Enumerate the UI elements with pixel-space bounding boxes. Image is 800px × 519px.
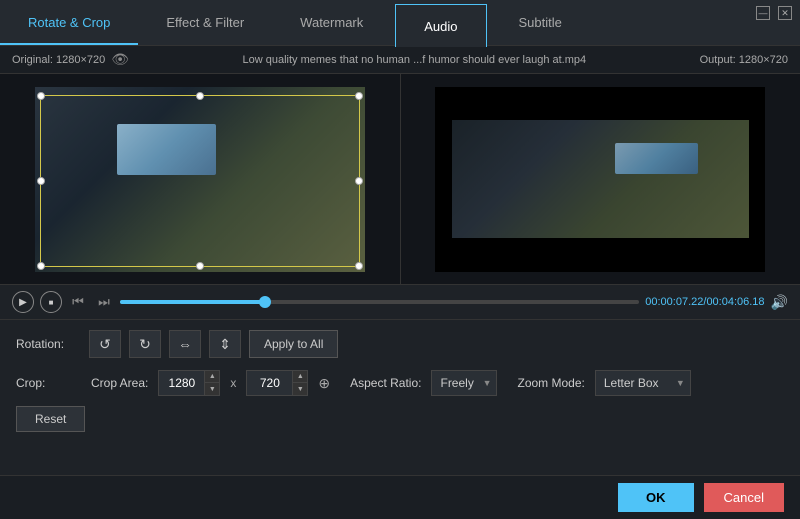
zoom-mode-select[interactable]: Letter Box Pan & Scan Full [595, 370, 691, 396]
next-frame-button[interactable]: ⏭ [94, 292, 114, 312]
crop-height-down[interactable]: ▼ [293, 383, 307, 395]
time-display: 00:00:07.22/00:04:06.18 [645, 296, 764, 308]
rotation-label: Rotation: [16, 337, 81, 351]
left-video-panel [0, 74, 401, 284]
crop-height-input[interactable] [247, 376, 292, 390]
prev-frame-button[interactable]: ⏮ [68, 292, 88, 312]
output-frame [452, 120, 749, 238]
letterbox-left [435, 87, 452, 272]
aspect-ratio-select-wrap: Freely 16:9 4:3 1:1 ▼ [431, 370, 497, 396]
crop-canvas [35, 87, 365, 272]
original-info: Original: 1280×720 👁 [12, 51, 129, 68]
crop-row: Crop: Crop Area: ▲ ▼ x ▲ ▼ ⊕ Aspect Rati… [16, 370, 784, 396]
tab-subtitle[interactable]: Subtitle [491, 2, 590, 45]
apply-to-all-button[interactable]: Apply to All [249, 330, 338, 358]
tab-bar: Rotate & Crop Effect & Filter Watermark … [0, 0, 800, 46]
progress-track[interactable] [120, 300, 639, 304]
rotation-row: Rotation: ↺ ↻ ⇔ ⇕ Apply to All [16, 330, 784, 358]
volume-icon[interactable]: 🔊 [771, 294, 788, 311]
aspect-ratio-label: Aspect Ratio: [350, 376, 421, 390]
output-preview [435, 87, 765, 272]
controls-area: Rotation: ↺ ↻ ⇔ ⇕ Apply to All Crop: Cro… [0, 320, 800, 442]
rotate-right-button[interactable]: ↻ [129, 330, 161, 358]
progress-thumb[interactable] [259, 296, 271, 308]
zoom-mode-label: Zoom Mode: [517, 376, 584, 390]
output-info: Output: 1280×720 [700, 54, 788, 66]
original-label: Original: 1280×720 [12, 54, 105, 66]
aspect-ratio-select[interactable]: Freely 16:9 4:3 1:1 [431, 370, 497, 396]
crop-height-input-wrap: ▲ ▼ [246, 370, 308, 396]
eye-icon[interactable]: 👁 [111, 51, 129, 68]
play-button[interactable]: ▶ [12, 291, 34, 313]
stop-button[interactable]: ■ [40, 291, 62, 313]
flip-vertical-button[interactable]: ⇕ [209, 330, 241, 358]
close-button[interactable]: ✕ [778, 6, 792, 20]
video-preview-left [35, 87, 365, 272]
progress-fill [120, 300, 265, 304]
tab-watermark[interactable]: Watermark [272, 2, 391, 45]
right-video-panel [401, 74, 800, 284]
zoom-mode-select-wrap: Letter Box Pan & Scan Full ▼ [595, 370, 691, 396]
crop-label: Crop: [16, 376, 81, 390]
minimize-button[interactable]: — [756, 6, 770, 20]
title-bar: — ✕ [748, 0, 800, 26]
flip-horizontal-button[interactable]: ⇔ [169, 330, 201, 358]
tab-audio[interactable]: Audio [395, 4, 486, 47]
crop-width-input-wrap: ▲ ▼ [158, 370, 220, 396]
letterbox-right [749, 87, 766, 272]
letterbox-top [435, 87, 765, 120]
tab-rotate-crop[interactable]: Rotate & Crop [0, 2, 138, 45]
crop-width-down[interactable]: ▼ [205, 383, 219, 395]
playback-bar: ▶ ■ ⏮ ⏭ 00:00:07.22/00:04:06.18 🔊 [0, 284, 800, 320]
reset-row: Reset [16, 406, 784, 432]
ok-button[interactable]: OK [618, 483, 694, 512]
rotate-left-button[interactable]: ↺ [89, 330, 121, 358]
times-separator: x [230, 376, 236, 390]
crop-height-up[interactable]: ▲ [293, 371, 307, 383]
video-area [0, 74, 800, 284]
crop-height-spinners: ▲ ▼ [292, 371, 307, 395]
filename-display: Low quality memes that no human ...f hum… [129, 54, 700, 66]
tab-effect-filter[interactable]: Effect & Filter [138, 2, 272, 45]
letterbox-bottom [435, 238, 765, 271]
crop-center-icon[interactable]: ⊕ [318, 375, 330, 392]
crop-area-label: Crop Area: [91, 376, 148, 390]
bottom-bar: OK Cancel [0, 475, 800, 519]
info-bar: Original: 1280×720 👁 Low quality memes t… [0, 46, 800, 74]
cancel-button[interactable]: Cancel [704, 483, 784, 512]
crop-width-spinners: ▲ ▼ [204, 371, 219, 395]
reset-button[interactable]: Reset [16, 406, 85, 432]
crop-width-input[interactable] [159, 376, 204, 390]
crop-width-up[interactable]: ▲ [205, 371, 219, 383]
